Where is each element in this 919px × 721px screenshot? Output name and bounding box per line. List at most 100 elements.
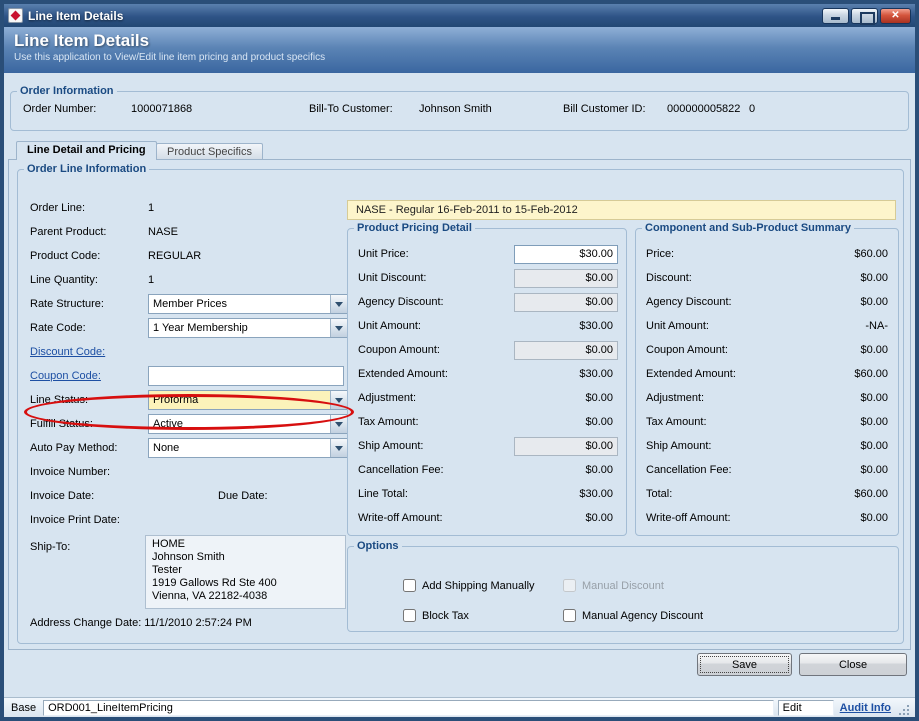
ship-to-label: Ship-To: bbox=[30, 541, 70, 553]
address-change-date-label: Address Change Date: bbox=[30, 617, 141, 629]
unit-amount-value: $30.00 bbox=[579, 320, 618, 332]
unit-discount-input bbox=[514, 269, 618, 288]
summary-write-off-value: $0.00 bbox=[860, 512, 888, 524]
auto-pay-method-row: Auto Pay Method: None bbox=[18, 436, 352, 460]
save-button[interactable]: Save bbox=[697, 653, 792, 676]
summary-tax-amount-value: $0.00 bbox=[860, 416, 888, 428]
summary-total-label: Total: bbox=[646, 488, 672, 500]
parent-product-row: Parent Product: NASE bbox=[18, 220, 352, 244]
component-summary-group: Component and Sub-Product Summary Price:… bbox=[635, 222, 899, 536]
rate-code-selected-value: 1 Year Membership bbox=[149, 319, 330, 337]
add-shipping-manually-label: Add Shipping Manually bbox=[422, 580, 535, 592]
rate-structure-select[interactable]: Member Prices bbox=[148, 294, 348, 314]
extended-amount-value: $30.00 bbox=[579, 368, 618, 380]
summary-extended-amount-row: Extended Amount: $60.00 bbox=[636, 362, 898, 386]
tax-amount-row: Tax Amount: $0.00 bbox=[348, 410, 626, 434]
block-tax-checkbox[interactable]: Block Tax bbox=[403, 609, 469, 622]
rate-structure-label: Rate Structure: bbox=[30, 298, 148, 310]
bill-customer-id-suffix: 0 bbox=[749, 103, 755, 115]
line-status-selected-value: Proforma bbox=[149, 391, 330, 409]
coupon-amount-row: Coupon Amount: bbox=[348, 338, 626, 362]
resize-grip[interactable] bbox=[897, 703, 911, 717]
close-button[interactable]: Close bbox=[799, 653, 907, 676]
page-subtitle: Use this application to View/Edit line i… bbox=[14, 52, 905, 63]
line-status-select[interactable]: Proforma bbox=[148, 390, 348, 410]
agency-discount-row: Agency Discount: bbox=[348, 290, 626, 314]
order-information-group: Order Information Order Number: 10000718… bbox=[10, 85, 909, 131]
tax-amount-value: $0.00 bbox=[585, 416, 618, 428]
chevron-down-icon[interactable] bbox=[330, 415, 347, 433]
ship-amount-row: Ship Amount: bbox=[348, 434, 626, 458]
tab-product-specifics[interactable]: Product Specifics bbox=[156, 143, 263, 160]
statusbar-edit-panel: Edit bbox=[778, 700, 834, 716]
summary-discount-label: Discount: bbox=[646, 272, 692, 284]
summary-agency-discount-row: Agency Discount: $0.00 bbox=[636, 290, 898, 314]
ship-amount-input bbox=[514, 437, 618, 456]
manual-agency-discount-checkbox[interactable]: Manual Agency Discount bbox=[563, 609, 703, 622]
coupon-code-input[interactable] bbox=[148, 366, 344, 386]
parent-product-label: Parent Product: bbox=[30, 226, 148, 238]
order-line-label: Order Line: bbox=[30, 202, 148, 214]
close-window-button[interactable] bbox=[880, 8, 911, 24]
manual-agency-discount-label: Manual Agency Discount bbox=[582, 610, 703, 622]
unit-price-input[interactable] bbox=[514, 245, 618, 264]
address-change-date-value: 11/1/2010 2:57:24 PM bbox=[144, 617, 251, 629]
line-quantity-label: Line Quantity: bbox=[30, 274, 148, 286]
coupon-code-row: Coupon Code: bbox=[18, 364, 352, 388]
summary-adjustment-row: Adjustment: $0.00 bbox=[636, 386, 898, 410]
unit-discount-label: Unit Discount: bbox=[358, 272, 426, 284]
chevron-down-icon[interactable] bbox=[330, 439, 347, 457]
audit-info-link[interactable]: Audit Info bbox=[838, 702, 893, 714]
manual-discount-checkbox: Manual Discount bbox=[563, 579, 664, 592]
summary-price-value: $60.00 bbox=[854, 248, 888, 260]
write-off-amount-value: $0.00 bbox=[585, 512, 618, 524]
coupon-amount-label: Coupon Amount: bbox=[358, 344, 440, 356]
line-status-row: Line Status: Proforma bbox=[18, 388, 352, 412]
chevron-down-icon[interactable] bbox=[330, 295, 347, 313]
fulfill-status-label: Fulfill Status: bbox=[30, 418, 148, 430]
rate-structure-row: Rate Structure: Member Prices bbox=[18, 292, 352, 316]
summary-discount-value: $0.00 bbox=[860, 272, 888, 284]
add-shipping-manually-checkbox-input[interactable] bbox=[403, 579, 416, 592]
tab-line-detail-and-pricing[interactable]: Line Detail and Pricing bbox=[16, 141, 157, 160]
extended-amount-label: Extended Amount: bbox=[358, 368, 448, 380]
order-line-row: Order Line: 1 bbox=[18, 196, 352, 220]
adjustment-value: $0.00 bbox=[585, 392, 618, 404]
summary-rows: Price: $60.00 Discount: $0.00 Agency Dis… bbox=[636, 242, 898, 530]
unit-amount-label: Unit Amount: bbox=[358, 320, 421, 332]
order-line-information-group: Order Line Information Order Line: 1 Par… bbox=[17, 163, 904, 644]
summary-write-off-label: Write-off Amount: bbox=[646, 512, 731, 524]
auto-pay-method-selected-value: None bbox=[149, 439, 330, 457]
discount-code-row: Discount Code: bbox=[18, 340, 352, 364]
coupon-code-link[interactable]: Coupon Code: bbox=[30, 370, 148, 382]
rate-code-select[interactable]: 1 Year Membership bbox=[148, 318, 348, 338]
unit-amount-row: Unit Amount: $30.00 bbox=[348, 314, 626, 338]
order-line-left-column: Order Line: 1 Parent Product: NASE Produ… bbox=[18, 196, 352, 532]
window-controls bbox=[822, 8, 911, 24]
unit-price-label: Unit Price: bbox=[358, 248, 409, 260]
summary-extended-amount-value: $60.00 bbox=[854, 368, 888, 380]
manual-discount-label: Manual Discount bbox=[582, 580, 664, 592]
add-shipping-manually-checkbox[interactable]: Add Shipping Manually bbox=[403, 579, 535, 592]
ship-to-line: Tester bbox=[152, 564, 339, 577]
auto-pay-method-select[interactable]: None bbox=[148, 438, 348, 458]
product-pricing-detail-group: Product Pricing Detail Unit Price: Unit … bbox=[347, 222, 627, 536]
rate-code-label: Rate Code: bbox=[30, 322, 148, 334]
bill-to-customer-value: Johnson Smith bbox=[419, 103, 563, 115]
minimize-button[interactable] bbox=[822, 8, 849, 24]
cancellation-fee-value: $0.00 bbox=[585, 464, 618, 476]
chevron-down-icon[interactable] bbox=[330, 319, 347, 337]
agency-discount-label: Agency Discount: bbox=[358, 296, 444, 308]
maximize-button[interactable] bbox=[851, 8, 878, 24]
chevron-down-icon[interactable] bbox=[330, 391, 347, 409]
discount-code-link[interactable]: Discount Code: bbox=[30, 346, 148, 358]
order-number-value: 1000071868 bbox=[131, 103, 309, 115]
summary-tax-amount-label: Tax Amount: bbox=[646, 416, 707, 428]
fulfill-status-select[interactable]: Active bbox=[148, 414, 348, 434]
tax-amount-label: Tax Amount: bbox=[358, 416, 419, 428]
manual-agency-discount-checkbox-input[interactable] bbox=[563, 609, 576, 622]
line-total-label: Line Total: bbox=[358, 488, 408, 500]
due-date-label: Due Date: bbox=[218, 490, 336, 502]
block-tax-checkbox-input[interactable] bbox=[403, 609, 416, 622]
adjustment-row: Adjustment: $0.00 bbox=[348, 386, 626, 410]
